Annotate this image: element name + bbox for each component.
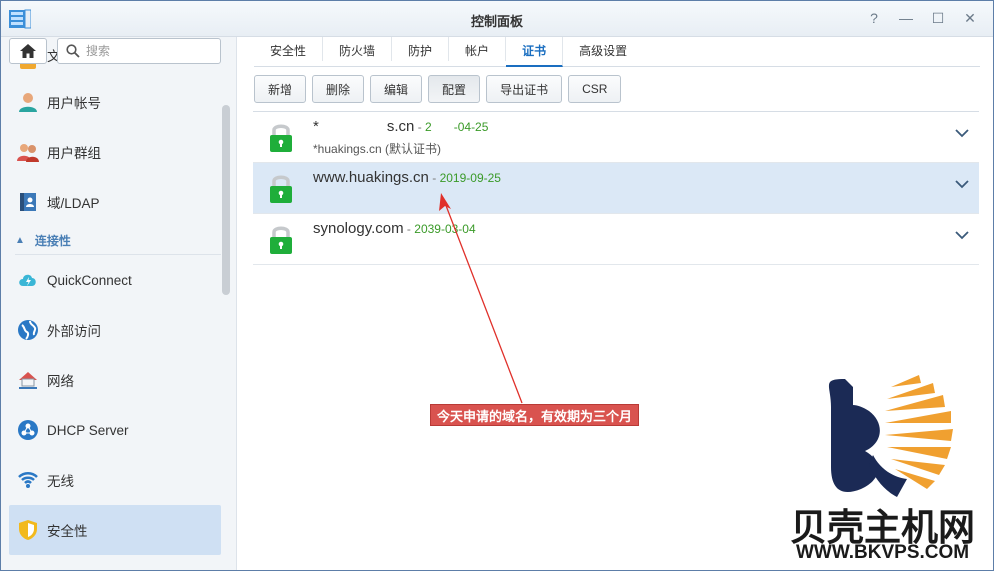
security-shield-icon — [17, 519, 39, 541]
sidebar-item-external-access[interactable]: 外部访问 — [9, 305, 221, 355]
sidebar-item-ldap[interactable]: 域/LDAP — [9, 177, 221, 227]
maximize-icon[interactable]: ☐ — [929, 9, 947, 27]
certificate-name: www.huakings.cn - 2019-09-25 — [313, 169, 501, 186]
sidebar-item-dhcp-server[interactable]: DHCP Server — [9, 405, 221, 455]
certificate-name-prefix: * — [313, 118, 319, 135]
certificate-name-suffix: s.cn — [386, 118, 415, 135]
certificate-list: * s.cn - 2 -04-25 *huakings.cn (默认证书) www.… — [253, 111, 979, 265]
expiry-date: 2039-03-04 — [414, 222, 476, 236]
date-separator: - — [403, 222, 415, 236]
lock-icon — [270, 226, 292, 254]
sidebar-item-label: 域/LDAP — [47, 196, 100, 211]
date-separator: - — [428, 171, 440, 185]
ldap-icon — [17, 191, 39, 213]
user-icon — [17, 91, 39, 113]
configure-button[interactable]: 配置 — [428, 75, 481, 103]
lock-icon — [270, 124, 292, 152]
annotation-label: 今天申请的域名，有效期为三个月 — [430, 404, 640, 426]
minimize-icon[interactable]: — — [897, 9, 915, 27]
certificate-domain: synology.com — [313, 220, 404, 237]
tab-bar: 安全性 防火墙 防护 帐户 证书 高级设置 — [254, 37, 980, 67]
sidebar-item-security[interactable]: 安全性 — [9, 505, 221, 555]
date-separator: - — [414, 120, 426, 134]
home-button[interactable] — [9, 38, 47, 64]
csr-button[interactable]: CSR — [568, 75, 622, 103]
expiry-date-suffix: -04-25 — [453, 120, 489, 134]
help-icon[interactable]: ? — [865, 9, 883, 27]
sidebar-item-label: 无线 — [47, 474, 74, 489]
add-button[interactable]: 新增 — [254, 75, 307, 103]
tab-advanced[interactable]: 高级设置 — [563, 37, 643, 61]
tab-firewall[interactable]: 防火墙 — [323, 37, 393, 61]
tab-account[interactable]: 帐户 — [449, 37, 507, 61]
sidebar-section-label: 连接性 — [34, 234, 71, 248]
certificate-row[interactable]: * s.cn - 2 -04-25 *huakings.cn (默认证书) — [253, 112, 979, 163]
sidebar-item-quickconnect[interactable]: QuickConnect — [9, 255, 221, 305]
sidebar-item-label: QuickConnect — [47, 272, 132, 288]
sidebar: 文件服务 用户帐号 用户群组 域/LDAP ▲ — [1, 37, 237, 570]
tab-protection[interactable]: 防护 — [392, 37, 450, 61]
sidebar-item-label: 网络 — [47, 374, 74, 389]
edit-button[interactable]: 编辑 — [370, 75, 423, 103]
tab-certificate[interactable]: 证书 — [506, 37, 564, 67]
close-icon[interactable]: ✕ — [961, 9, 979, 27]
sidebar-item-label: 外部访问 — [47, 324, 101, 339]
quickconnect-icon — [17, 269, 39, 291]
search-box[interactable] — [57, 38, 221, 64]
sidebar-item-label: 用户群组 — [47, 146, 101, 161]
sidebar-item-network[interactable]: 网络 — [9, 355, 221, 405]
dhcp-icon — [17, 419, 39, 441]
wireless-icon — [17, 469, 39, 491]
certificate-subtitle: *huakings.cn (默认证书) — [313, 142, 442, 156]
control-panel-window: 控制面板 ? — ☐ ✕ 文件服务 用户帐号 — [0, 0, 994, 571]
group-icon — [17, 141, 39, 163]
home-icon — [20, 44, 36, 58]
sidebar-scrollbar[interactable] — [222, 105, 230, 295]
certificate-name: * s.cn - 2 -04-25 — [313, 118, 488, 135]
sidebar-nav: 文件服务 用户帐号 用户群组 域/LDAP ▲ — [1, 49, 227, 555]
toolbar: 新增 删除 编辑 配置 导出证书 CSR — [254, 75, 622, 103]
certificate-name: synology.com - 2039-03-04 — [313, 220, 476, 237]
expiry-date-prefix: 2 — [425, 120, 432, 134]
sidebar-item-wireless[interactable]: 无线 — [9, 455, 221, 505]
export-certificate-button[interactable]: 导出证书 — [486, 75, 563, 103]
external-access-icon — [17, 319, 39, 341]
chevron-down-icon[interactable] — [955, 230, 969, 240]
chevron-down-icon[interactable] — [955, 179, 969, 189]
sidebar-item-user-account[interactable]: 用户帐号 — [9, 77, 221, 127]
search-input[interactable] — [86, 43, 214, 59]
window-title: 控制面板 — [470, 14, 523, 29]
certificate-row[interactable]: synology.com - 2039-03-04 — [253, 214, 979, 265]
chevron-down-icon[interactable] — [955, 128, 969, 138]
search-icon — [66, 44, 80, 58]
sidebar-item-label: DHCP Server — [47, 422, 129, 438]
tab-security[interactable]: 安全性 — [254, 37, 324, 61]
chevron-up-icon: ▲ — [15, 235, 25, 246]
certificate-row[interactable]: www.huakings.cn - 2019-09-25 — [253, 163, 979, 214]
sidebar-item-label: 安全性 — [47, 524, 88, 539]
delete-button[interactable]: 删除 — [312, 75, 365, 103]
watermark-text-en: WWW.BKVPS.COM — [796, 542, 970, 563]
certificate-domain: www.huakings.cn — [313, 169, 429, 186]
network-icon — [17, 369, 39, 391]
lock-icon — [270, 175, 292, 203]
sidebar-item-label: 用户帐号 — [47, 96, 101, 111]
sidebar-item-user-group[interactable]: 用户群组 — [9, 127, 221, 177]
title-bar: 控制面板 ? — ☐ ✕ — [1, 1, 993, 37]
sidebar-section-connectivity[interactable]: ▲ 连接性 — [15, 227, 221, 255]
expiry-date: 2019-09-25 — [439, 171, 501, 185]
